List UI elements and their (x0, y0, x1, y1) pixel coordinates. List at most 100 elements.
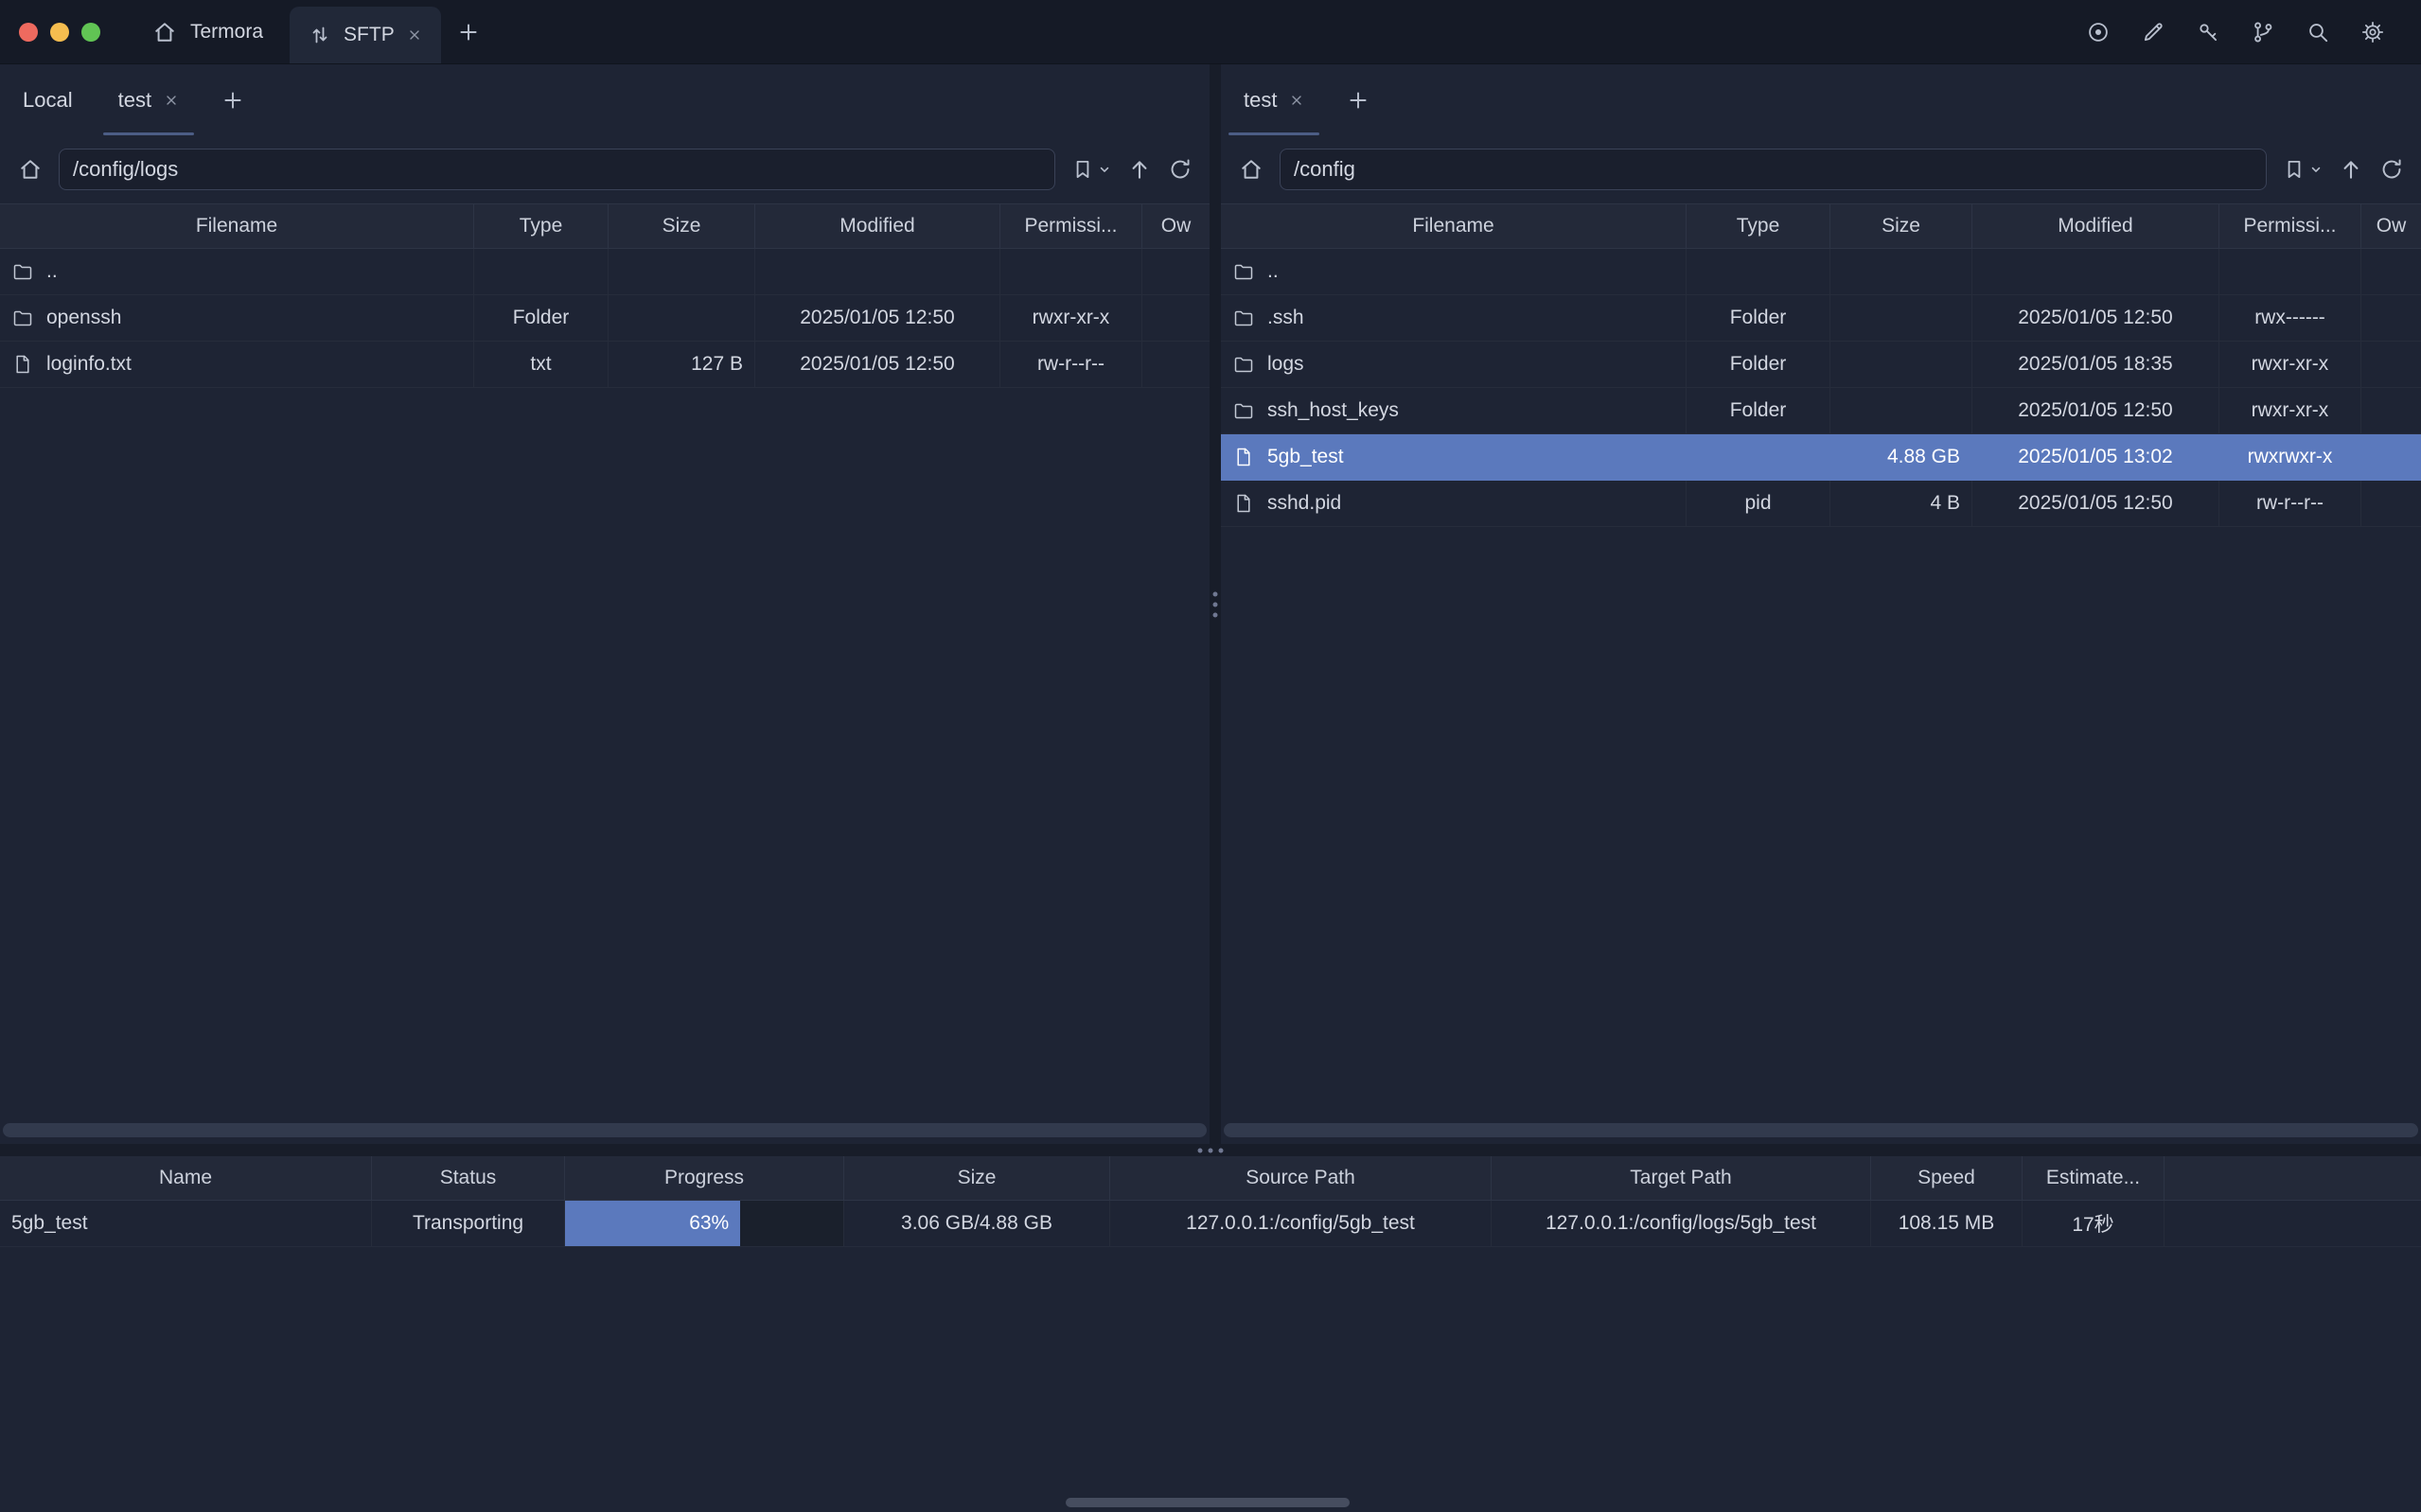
horizontal-scrollbar[interactable] (3, 1123, 1207, 1137)
path-input[interactable] (59, 149, 1055, 190)
key-icon[interactable] (2196, 20, 2220, 44)
add-tab-button[interactable] (441, 0, 496, 63)
column-header-type[interactable]: Type (1687, 204, 1830, 248)
column-header-filename[interactable]: Filename (0, 204, 474, 248)
close-icon[interactable] (164, 93, 179, 108)
column-header-progress[interactable]: Progress (565, 1156, 844, 1200)
filename-cell: .ssh (1221, 295, 1687, 341)
filename-label: .. (1267, 260, 1279, 283)
left-pathbar (0, 135, 1210, 203)
column-header-size[interactable]: Size (1830, 204, 1972, 248)
split-divider-vertical[interactable] (1210, 64, 1221, 1144)
file-row[interactable]: 5gb_test4.88 GB2025/01/05 13:02rwxrwxr-x (1221, 434, 2421, 481)
filename-cell: .. (1221, 249, 1687, 294)
file-row[interactable]: logsFolder2025/01/05 18:35rwxr-xr-x (1221, 342, 2421, 388)
file-icon (11, 353, 34, 376)
file-row[interactable]: .sshFolder2025/01/05 12:50rwx------ (1221, 295, 2421, 342)
column-header-filename[interactable]: Filename (1221, 204, 1687, 248)
permissions-cell: rwxr-xr-x (2219, 388, 2361, 433)
spacer-cell (2165, 1156, 2421, 1200)
size-cell (609, 295, 755, 341)
filename-cell: logs (1221, 342, 1687, 387)
plus-icon (456, 20, 481, 44)
file-row[interactable]: opensshFolder2025/01/05 12:50rwxr-xr-x (0, 295, 1210, 342)
close-icon[interactable] (407, 27, 422, 43)
column-header-ow[interactable]: Ow (1142, 204, 1210, 248)
type-cell: Folder (1687, 342, 1830, 387)
home-icon[interactable] (17, 156, 44, 183)
size-cell (1830, 249, 1972, 294)
filename-label: sshd.pid (1267, 492, 1341, 515)
horizontal-scrollbar[interactable] (1066, 1498, 1350, 1507)
left-file-table: FilenameTypeSizeModifiedPermissi...Ow..o… (0, 203, 1210, 1144)
column-header-modified[interactable]: Modified (1972, 204, 2219, 248)
refresh-icon[interactable] (2379, 157, 2404, 182)
file-row[interactable]: .. (1221, 249, 2421, 295)
zoom-window-button[interactable] (81, 23, 100, 42)
column-header-type[interactable]: Type (474, 204, 609, 248)
home-icon[interactable] (1238, 156, 1264, 183)
filename-label: .ssh (1267, 307, 1304, 329)
minimize-window-button[interactable] (50, 23, 69, 42)
tab-local[interactable]: Local (0, 64, 96, 135)
up-directory-icon[interactable] (2338, 156, 2364, 183)
column-header-permissi[interactable]: Permissi... (2219, 204, 2361, 248)
column-header-size[interactable]: Size (844, 1156, 1110, 1200)
tab-test[interactable]: test (1221, 64, 1327, 135)
bookmark-button[interactable] (2282, 157, 2323, 182)
bookmark-button[interactable] (1070, 157, 1111, 182)
close-window-button[interactable] (19, 23, 38, 42)
column-header-status[interactable]: Status (372, 1156, 565, 1200)
size-cell: 4.88 GB (1830, 434, 1972, 480)
owner-cell (2361, 342, 2421, 387)
tab-label: test (118, 88, 151, 113)
type-cell (1687, 249, 1830, 294)
column-header-name[interactable]: Name (0, 1156, 372, 1200)
column-header-estimate[interactable]: Estimate... (2023, 1156, 2165, 1200)
pencil-icon[interactable] (2141, 20, 2165, 44)
file-row[interactable]: loginfo.txttxt127 B2025/01/05 12:50rw-r-… (0, 342, 1210, 388)
column-header-speed[interactable]: Speed (1871, 1156, 2023, 1200)
owner-cell (2361, 434, 2421, 480)
tab-test[interactable]: test (96, 64, 202, 135)
git-branch-icon[interactable] (2251, 20, 2275, 44)
progress-bar: 63% (565, 1201, 740, 1246)
refresh-icon[interactable] (1168, 157, 1193, 182)
modified-cell (755, 249, 1000, 294)
file-row[interactable]: ssh_host_keysFolder2025/01/05 12:50rwxr-… (1221, 388, 2421, 434)
transfer-size-cell: 3.06 GB/4.88 GB (844, 1201, 1110, 1246)
column-header-ow[interactable]: Ow (2361, 204, 2421, 248)
remote-file-panel: test FilenameTypeSizeModifiedPermissi...… (1221, 64, 2421, 1144)
file-row[interactable]: .. (0, 249, 1210, 295)
folder-icon (1232, 307, 1255, 329)
transfer-row[interactable]: 5gb_testTransporting63%3.06 GB/4.88 GB12… (0, 1201, 2421, 1247)
column-header-size[interactable]: Size (609, 204, 755, 248)
type-cell (1687, 434, 1830, 480)
permissions-cell: rw-r--r-- (2219, 481, 2361, 526)
up-directory-icon[interactable] (1126, 156, 1153, 183)
owner-cell (1142, 295, 1210, 341)
tab-termora[interactable]: Termora (125, 0, 290, 63)
transfer-arrows-icon (309, 24, 331, 46)
owner-cell (2361, 481, 2421, 526)
column-header-source-path[interactable]: Source Path (1110, 1156, 1492, 1200)
transfer-queue-panel: NameStatusProgressSizeSource PathTarget … (0, 1156, 2421, 1512)
split-divider-horizontal[interactable] (0, 1144, 2421, 1156)
add-tab-button[interactable] (202, 64, 264, 135)
column-header-permissi[interactable]: Permissi... (1000, 204, 1142, 248)
tab-sftp[interactable]: SFTP (290, 7, 441, 63)
search-icon[interactable] (2306, 20, 2330, 44)
add-tab-button[interactable] (1327, 64, 1389, 135)
permissions-cell: rwxr-xr-x (1000, 295, 1142, 341)
type-cell: Folder (1687, 295, 1830, 341)
column-header-modified[interactable]: Modified (755, 204, 1000, 248)
size-cell (1830, 388, 1972, 433)
progress-label: 63% (689, 1212, 729, 1235)
record-icon[interactable] (2086, 20, 2111, 44)
file-row[interactable]: sshd.pidpid4 B2025/01/05 12:50rw-r--r-- (1221, 481, 2421, 527)
close-icon[interactable] (1289, 93, 1304, 108)
path-input[interactable] (1280, 149, 2267, 190)
horizontal-scrollbar[interactable] (1224, 1123, 2418, 1137)
gear-icon[interactable] (2360, 20, 2385, 44)
column-header-target-path[interactable]: Target Path (1492, 1156, 1871, 1200)
